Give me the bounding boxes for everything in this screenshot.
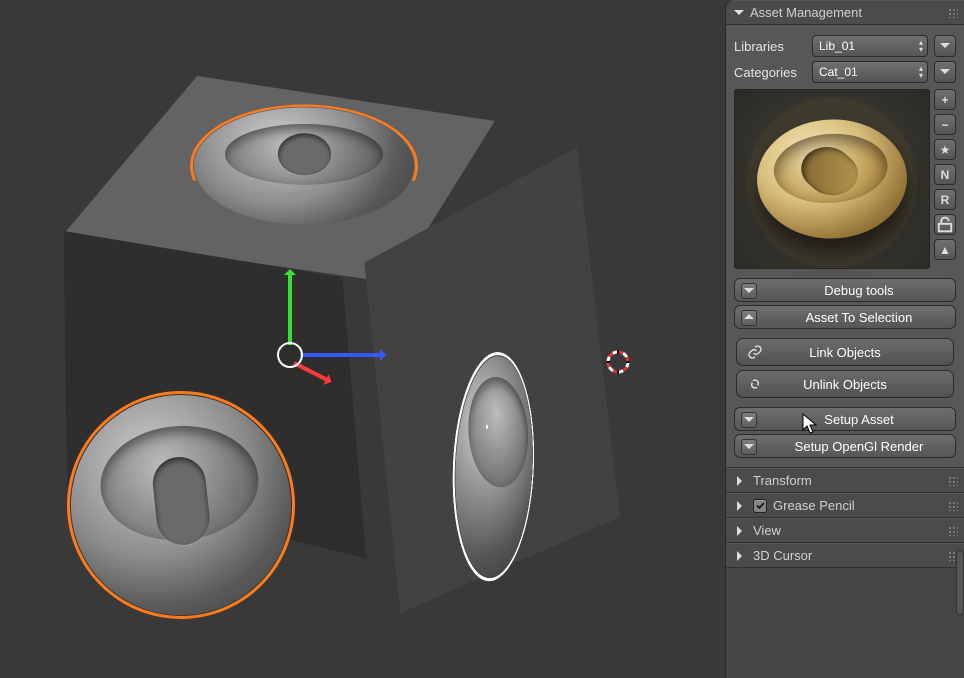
view-title: View <box>753 523 781 538</box>
link-icon <box>747 344 763 363</box>
unlink-icon <box>747 376 763 395</box>
link-objects-label: Link Objects <box>809 345 881 360</box>
setup-asset-label: Setup Asset <box>824 412 893 427</box>
libraries-dropdown[interactable]: Lib_01 ▴▾ <box>812 35 928 57</box>
drag-grip-icon[interactable] <box>948 8 958 18</box>
panel-header-3d-cursor[interactable]: 3D Cursor <box>726 543 964 568</box>
setup-asset-button[interactable]: Setup Asset <box>734 407 956 431</box>
asset-management-body: Libraries Lib_01 ▴▾ Categories Cat_01 ▴▾ <box>726 25 964 468</box>
cursor-3d[interactable] <box>606 350 630 374</box>
panel-title: Asset Management <box>750 5 862 20</box>
libraries-value: Lib_01 <box>819 39 855 53</box>
favorite-button[interactable]: ★ <box>934 139 956 160</box>
origin-dot <box>486 424 488 429</box>
categories-menu-button[interactable] <box>934 61 956 83</box>
asset-to-selection-label: Asset To Selection <box>806 310 913 325</box>
r-button[interactable]: R <box>934 189 956 210</box>
chevron-up-icon <box>741 310 757 326</box>
setup-opengl-render-button[interactable]: Setup OpenGl Render <box>734 434 956 458</box>
expand-icon <box>737 501 747 511</box>
grease-title: Grease Pencil <box>773 498 855 513</box>
unlock-icon <box>935 215 955 235</box>
setup-render-label: Setup OpenGl Render <box>795 439 924 454</box>
drag-grip-icon[interactable] <box>948 526 958 536</box>
chevron-down-icon <box>940 69 950 79</box>
panel-header-transform[interactable]: Transform <box>726 468 964 493</box>
asset-to-selection-button[interactable]: Asset To Selection <box>734 305 956 329</box>
chevron-down-icon <box>940 43 950 53</box>
grease-pencil-checkbox[interactable] <box>753 499 767 513</box>
libraries-menu-button[interactable] <box>934 35 956 57</box>
check-icon <box>755 500 766 511</box>
asset-preview[interactable] <box>734 89 930 269</box>
cursor-title: 3D Cursor <box>753 548 812 563</box>
chevron-down-icon <box>741 412 757 428</box>
gizmo-axis-y[interactable] <box>300 353 380 357</box>
updown-icon: ▴▾ <box>919 65 923 79</box>
preview-toolbar: + − ★ N R ▲ <box>934 89 956 269</box>
chevron-down-icon <box>741 283 757 299</box>
expand-icon <box>737 476 747 486</box>
transform-title: Transform <box>753 473 812 488</box>
n-button[interactable]: N <box>934 164 956 185</box>
gizmo-axis-z[interactable] <box>288 275 292 345</box>
up-button[interactable]: ▲ <box>934 239 956 260</box>
panel-scrollbar[interactable] <box>956 550 964 615</box>
drag-grip-icon[interactable] <box>948 476 958 486</box>
unlink-objects-button[interactable]: Unlink Objects <box>736 370 954 398</box>
debug-tools-label: Debug tools <box>824 283 893 298</box>
panel-header-asset-management[interactable]: Asset Management <box>726 0 964 25</box>
lock-button[interactable] <box>934 214 956 235</box>
debug-tools-button[interactable]: Debug tools <box>734 278 956 302</box>
knob-top[interactable] <box>194 108 414 225</box>
drag-grip-icon[interactable] <box>948 501 958 511</box>
categories-dropdown[interactable]: Cat_01 ▴▾ <box>812 61 928 83</box>
origin-dot <box>300 171 304 174</box>
gizmo-center[interactable] <box>277 342 303 368</box>
categories-value: Cat_01 <box>819 65 858 79</box>
panel-header-view[interactable]: View <box>726 518 964 543</box>
link-objects-button[interactable]: Link Objects <box>736 338 954 366</box>
asset-thumbnail <box>750 113 914 245</box>
origin-dot <box>179 474 183 478</box>
chevron-down-icon <box>741 439 757 455</box>
remove-button[interactable]: − <box>934 114 956 135</box>
libraries-label: Libraries <box>734 39 806 54</box>
properties-panel: Asset Management Libraries Lib_01 ▴▾ Cat… <box>725 0 964 678</box>
viewport-3d[interactable] <box>0 0 725 678</box>
expand-icon <box>737 551 747 561</box>
updown-icon: ▴▾ <box>919 39 923 53</box>
panel-header-grease-pencil[interactable]: Grease Pencil <box>726 493 964 518</box>
categories-label: Categories <box>734 65 806 80</box>
add-button[interactable]: + <box>934 89 956 110</box>
unlink-objects-label: Unlink Objects <box>803 377 887 392</box>
expand-icon <box>737 526 747 536</box>
collapse-icon <box>734 10 744 20</box>
